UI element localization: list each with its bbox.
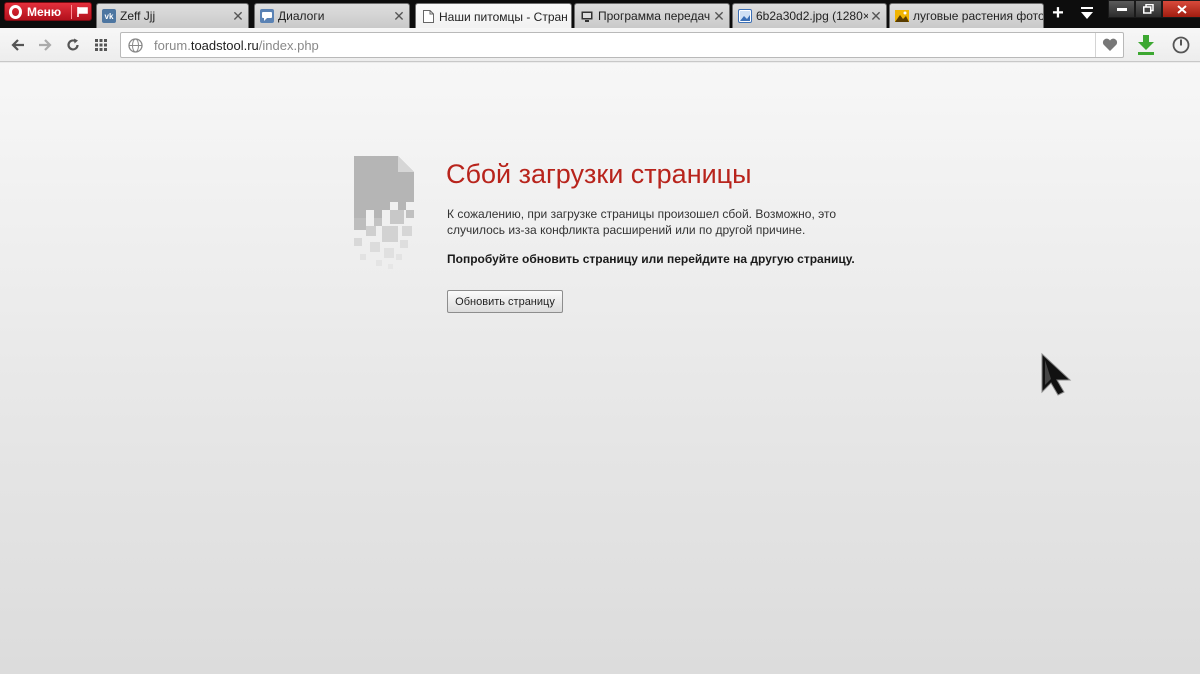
url-prefix: forum. bbox=[154, 38, 191, 53]
url-path: /index.php bbox=[258, 38, 319, 53]
heart-icon bbox=[1102, 38, 1117, 51]
close-tab-icon[interactable]: ✕ bbox=[868, 8, 884, 25]
restore-window-icon[interactable] bbox=[1135, 0, 1162, 18]
close-tab-icon[interactable]: ✕ bbox=[711, 8, 727, 25]
bookmark-button[interactable] bbox=[1095, 33, 1123, 57]
tab-tv-program[interactable]: Программа передач п ✕ bbox=[574, 3, 730, 28]
error-description: К сожалению, при загрузке страницы произ… bbox=[447, 207, 837, 237]
tab-image[interactable]: 6b2a30d2.jpg (1280×96 ✕ bbox=[732, 3, 887, 28]
mouse-cursor-icon bbox=[1041, 352, 1072, 396]
menu-label: Меню bbox=[27, 4, 62, 19]
back-arrow-icon bbox=[11, 39, 24, 51]
close-tab-icon[interactable]: ✕ bbox=[391, 8, 407, 25]
tab-title: Наши питомцы - Стран bbox=[439, 9, 568, 24]
tab-title: 6b2a30d2.jpg (1280×96 bbox=[756, 9, 868, 23]
tv-icon bbox=[580, 9, 594, 23]
close-tab-icon[interactable]: ✕ bbox=[230, 8, 246, 25]
tab-title: луговые растения фото bbox=[913, 9, 1043, 23]
browser-toolbar: forum.toadstool.ru/index.php bbox=[0, 28, 1200, 62]
tab-pets-active[interactable]: Наши питомцы - Стран bbox=[415, 3, 572, 29]
chat-icon bbox=[260, 9, 274, 23]
broken-page-icon bbox=[354, 156, 414, 269]
opera-logo-icon bbox=[9, 4, 22, 19]
minimize-window-icon[interactable] bbox=[1108, 0, 1135, 18]
menu-separator bbox=[71, 5, 72, 19]
opera-turbo-button[interactable] bbox=[1170, 34, 1192, 56]
tab-title: Диалоги bbox=[278, 9, 325, 23]
error-title: Сбой загрузки страницы bbox=[446, 159, 752, 189]
image-icon bbox=[738, 9, 752, 23]
reload-button[interactable] bbox=[63, 35, 83, 55]
speedometer-icon bbox=[1172, 36, 1190, 54]
globe-icon[interactable] bbox=[128, 38, 143, 53]
downloads-button[interactable] bbox=[1135, 33, 1157, 57]
new-tab-button[interactable]: + bbox=[1049, 3, 1067, 24]
url-domain: toadstool.ru bbox=[190, 38, 259, 53]
error-hint: Попробуйте обновить страницу или перейди… bbox=[447, 252, 855, 266]
url-text[interactable]: forum.toadstool.ru/index.php bbox=[154, 38, 319, 53]
close-window-icon[interactable] bbox=[1162, 0, 1200, 18]
address-bar[interactable]: forum.toadstool.ru/index.php bbox=[120, 32, 1124, 58]
forward-button[interactable] bbox=[35, 35, 55, 55]
error-page: Сбой загрузки страницы К сожалению, при … bbox=[0, 63, 1200, 674]
tab-strip: Меню vk Zeff Jjj ✕ Диалоги ✕ Наши питомц… bbox=[0, 0, 1200, 29]
opera-menu-button[interactable]: Меню bbox=[4, 2, 92, 21]
message-flag-icon bbox=[77, 7, 88, 17]
yandex-images-icon bbox=[895, 9, 909, 23]
tab-dialogs[interactable]: Диалоги ✕ bbox=[254, 3, 410, 28]
window-controls bbox=[1108, 0, 1200, 18]
tab-title: Программа передач п bbox=[598, 9, 711, 23]
tab-zeff[interactable]: vk Zeff Jjj ✕ bbox=[96, 3, 249, 28]
download-icon bbox=[1138, 35, 1154, 55]
forward-arrow-icon bbox=[39, 39, 52, 51]
reload-page-button[interactable]: Обновить страницу bbox=[447, 290, 563, 313]
tab-menu-icon[interactable] bbox=[1079, 6, 1095, 20]
reload-icon bbox=[67, 38, 79, 51]
vk-icon: vk bbox=[102, 9, 116, 23]
back-button[interactable] bbox=[8, 35, 28, 55]
speed-dial-button[interactable] bbox=[91, 35, 111, 55]
grid-icon bbox=[95, 39, 107, 51]
page-icon bbox=[421, 10, 435, 24]
tab-title: Zeff Jjj bbox=[120, 9, 156, 23]
tab-meadow-plants[interactable]: луговые растения фото bbox=[889, 3, 1044, 28]
